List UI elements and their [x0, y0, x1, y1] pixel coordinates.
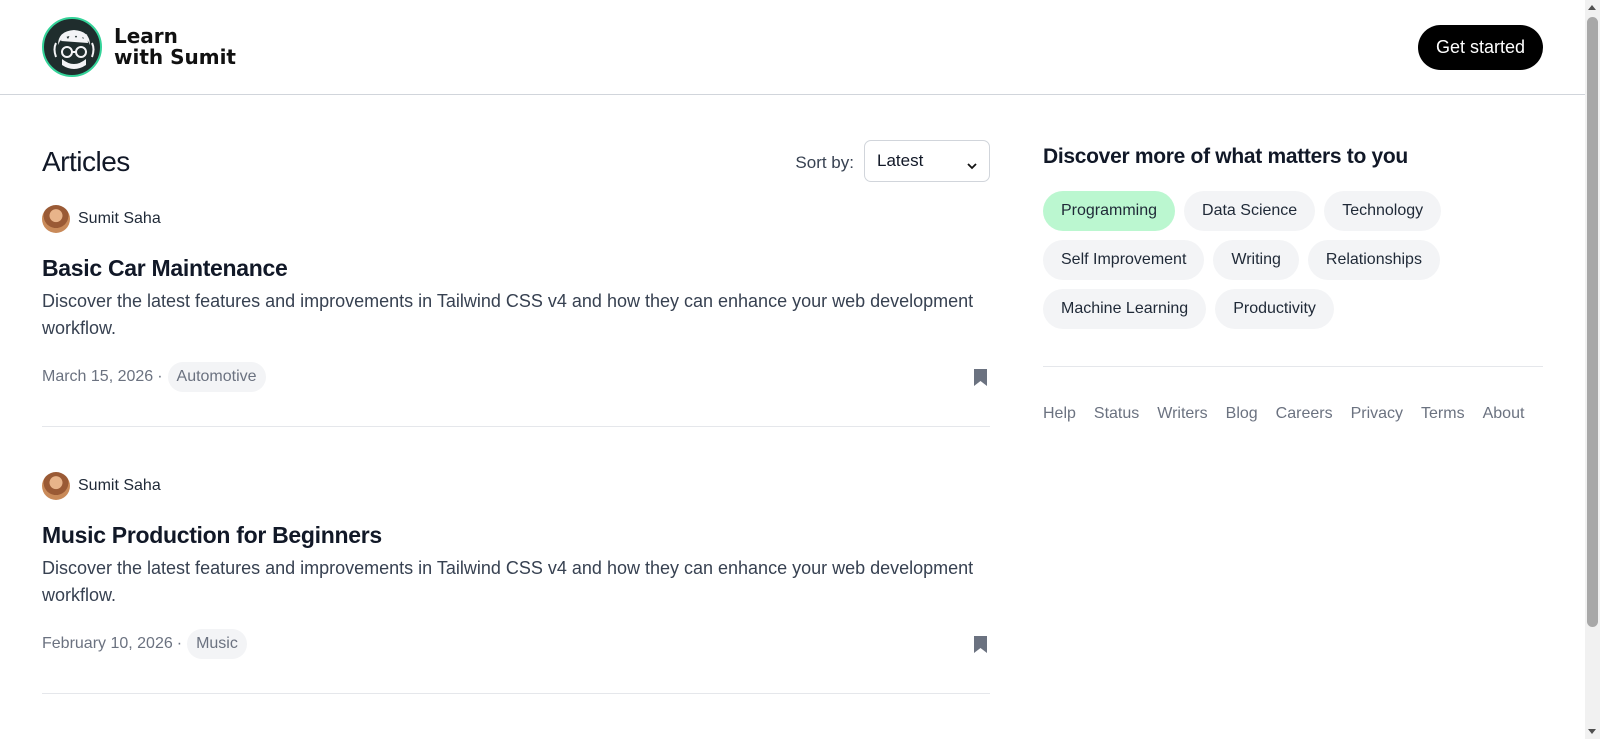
sidebar-divider: [1043, 366, 1543, 367]
sort-select-value: Latest: [877, 151, 924, 170]
bookmark-icon[interactable]: [973, 635, 988, 654]
footer-link-writers[interactable]: Writers: [1157, 405, 1207, 423]
author-name: Sumit Saha: [78, 210, 161, 227]
topic-technology[interactable]: Technology: [1324, 191, 1442, 231]
footer-link-status[interactable]: Status: [1094, 405, 1139, 423]
topic-machine-learning[interactable]: Machine Learning: [1043, 289, 1207, 329]
footer-link-help[interactable]: Help: [1043, 405, 1076, 423]
meta-separator: ·: [157, 368, 163, 385]
article-tag[interactable]: Music: [187, 629, 247, 659]
article-divider: [42, 426, 990, 427]
article-card[interactable]: Sumit Saha Music Production for Beginner…: [42, 472, 990, 660]
footer-link-privacy[interactable]: Privacy: [1351, 405, 1403, 423]
article-meta: February 10, 2026 · Music: [42, 628, 990, 660]
site-header: Learn with Sumit Get started: [0, 0, 1585, 95]
topic-productivity[interactable]: Productivity: [1215, 289, 1334, 329]
topic-self-improvement[interactable]: Self Improvement: [1043, 240, 1205, 280]
bookmark-icon[interactable]: [973, 368, 988, 387]
author-name: Sumit Saha: [78, 477, 161, 494]
footer-link-about[interactable]: About: [1483, 405, 1525, 423]
footer-link-terms[interactable]: Terms: [1421, 405, 1465, 423]
article-tag[interactable]: Automotive: [167, 362, 266, 392]
topic-relationships[interactable]: Relationships: [1307, 240, 1440, 280]
avatar: [42, 472, 70, 500]
page-title: Articles: [42, 146, 130, 177]
scrollbar-thumb[interactable]: [1587, 17, 1598, 627]
article-date: February 10, 2026: [42, 635, 173, 652]
article-divider: [42, 693, 990, 694]
footer-links: Help Status Writers Blog Careers Privacy…: [1043, 405, 1524, 423]
article-author[interactable]: Sumit Saha: [42, 205, 990, 233]
topic-writing[interactable]: Writing: [1213, 240, 1299, 280]
scroll-up-arrow-icon[interactable]: [1588, 5, 1596, 10]
article-date: March 15, 2026: [42, 368, 154, 385]
brand-name: Learn with Sumit: [114, 26, 236, 68]
brand-line-2: with Sumit: [114, 45, 236, 69]
topic-list: Programming Data Science Technology Self…: [1043, 191, 1463, 329]
chevron-down-icon: [967, 156, 977, 170]
brand-line-1: Learn: [114, 24, 178, 48]
sort-select[interactable]: Latest: [864, 140, 990, 182]
logo-icon: [42, 17, 102, 77]
avatar: [42, 205, 70, 233]
article-author[interactable]: Sumit Saha: [42, 472, 990, 500]
topic-data-science[interactable]: Data Science: [1184, 191, 1316, 231]
sidebar-title: Discover more of what matters to you: [1043, 145, 1408, 168]
vertical-scrollbar[interactable]: [1585, 0, 1600, 739]
article-description: Discover the latest features and improve…: [42, 291, 974, 338]
brand[interactable]: Learn with Sumit: [42, 17, 236, 77]
article-description: Discover the latest features and improve…: [42, 558, 974, 605]
articles-header: Articles Sort by: Latest: [42, 140, 990, 184]
article-meta: March 15, 2026 · Automotive: [42, 361, 990, 393]
meta-separator: ·: [176, 635, 183, 652]
get-started-button[interactable]: Get started: [1418, 25, 1543, 70]
article-title[interactable]: Basic Car Maintenance: [42, 255, 990, 282]
article-title[interactable]: Music Production for Beginners: [42, 522, 990, 549]
scroll-down-arrow-icon[interactable]: [1588, 729, 1596, 734]
topic-programming[interactable]: Programming: [1043, 191, 1176, 231]
footer-link-careers[interactable]: Careers: [1276, 405, 1333, 423]
article-card[interactable]: Sumit Saha Basic Car Maintenance Discove…: [42, 205, 990, 393]
footer-link-blog[interactable]: Blog: [1226, 405, 1258, 423]
sort-label: Sort by:: [795, 153, 854, 172]
